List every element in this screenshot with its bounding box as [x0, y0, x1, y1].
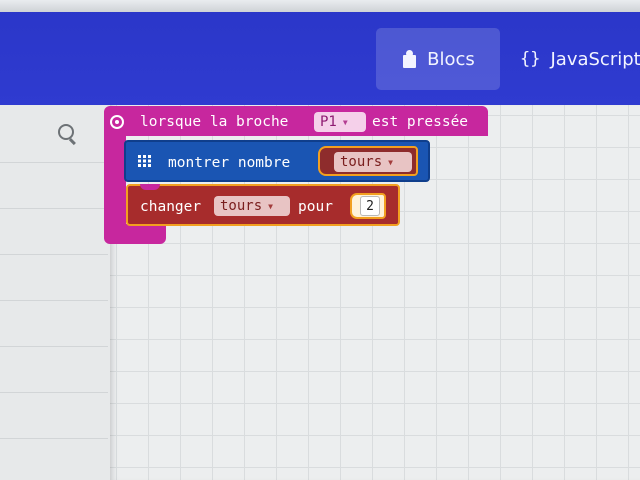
- change-variable-label: changer: [140, 199, 202, 215]
- toolbox-divider: [0, 438, 108, 439]
- event-block-foot: [104, 224, 166, 244]
- toolbox-divider: [0, 208, 108, 209]
- variable-dropdown-show[interactable]: tours ▼: [334, 152, 412, 172]
- tab-javascript[interactable]: {} JavaScript: [520, 28, 640, 90]
- event-block-suffix: est pressée: [372, 114, 469, 130]
- block-connector-notch: [140, 184, 160, 190]
- tab-blocks-label: Blocs: [427, 48, 475, 70]
- chevron-down-icon: ▼: [388, 157, 393, 167]
- toolbox-divider: [0, 392, 108, 393]
- tab-blocks[interactable]: Blocs: [376, 28, 500, 90]
- show-number-label: montrer nombre: [168, 155, 291, 171]
- toolbox-divider: [0, 346, 108, 347]
- event-block-arm: [104, 130, 126, 234]
- toolbox-divider: [0, 254, 108, 255]
- toolbox-divider: [0, 300, 108, 301]
- led-grid-icon: [138, 155, 152, 167]
- chevron-down-icon: ▼: [342, 117, 348, 127]
- puzzle-piece-icon: [401, 50, 417, 68]
- chevron-down-icon: ▼: [268, 201, 273, 211]
- toolbox-divider: [0, 162, 108, 163]
- variable-dropdown-value: tours: [220, 198, 263, 214]
- event-block-prefix: lorsque la broche: [140, 114, 289, 130]
- braces-icon: {}: [520, 49, 541, 69]
- variable-dropdown-change[interactable]: tours ▼: [214, 196, 290, 216]
- tab-javascript-label: JavaScript: [550, 48, 640, 70]
- change-by-label: pour: [298, 199, 333, 215]
- monitor-bezel-edge: [0, 0, 640, 12]
- pin-dropdown[interactable]: P1 ▼: [314, 112, 366, 132]
- pin-radio-icon: [110, 115, 124, 129]
- variable-dropdown-value: tours: [340, 154, 383, 170]
- toolbox-panel: [0, 105, 110, 480]
- pin-dropdown-value: P1: [320, 114, 337, 130]
- number-input[interactable]: 2: [360, 196, 380, 216]
- search-icon[interactable]: [58, 124, 74, 140]
